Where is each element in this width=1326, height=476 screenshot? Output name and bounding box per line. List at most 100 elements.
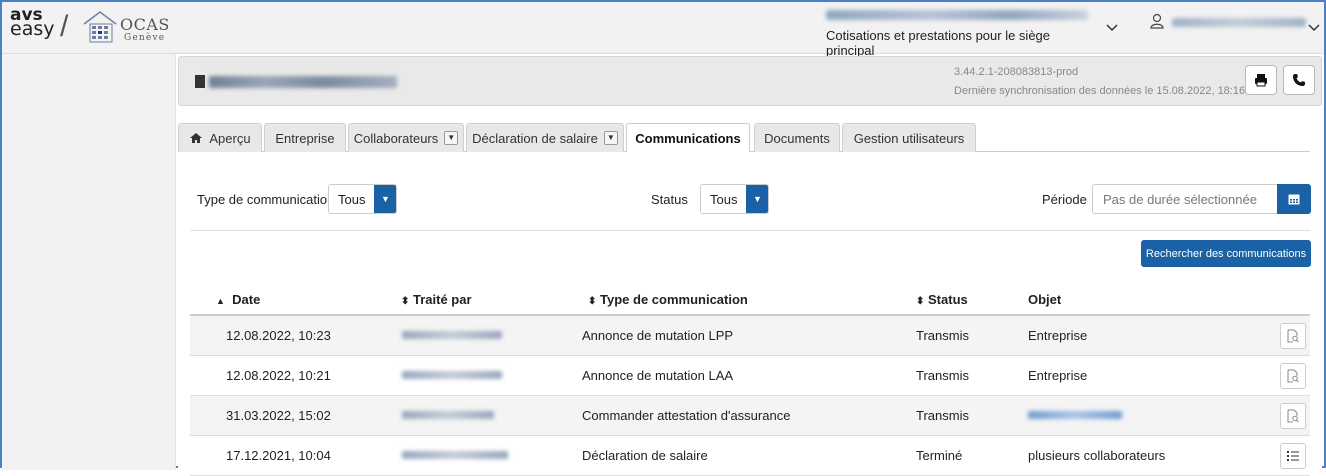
column-header-label: Status xyxy=(928,292,968,307)
tab-collaborateurs[interactable]: Collaborateurs ▼ xyxy=(348,123,464,152)
status-label: Status xyxy=(651,192,688,207)
cell-date: 12.08.2022, 10:21 xyxy=(226,368,331,383)
type-communication-label: Type de communication xyxy=(197,192,335,207)
cell-object: Entreprise xyxy=(1028,368,1088,383)
building-icon xyxy=(195,75,205,88)
list-icon xyxy=(1287,451,1299,461)
status-select[interactable]: Tous ▼ xyxy=(700,184,770,214)
tab-label: Collaborateurs xyxy=(353,130,439,146)
status-value: Tous xyxy=(701,185,747,213)
caret-down-icon[interactable]: ▼ xyxy=(746,185,769,213)
caret-down-icon[interactable]: ▼ xyxy=(444,131,459,145)
column-header-date[interactable]: ▲ Date xyxy=(216,292,260,307)
table-header: ▲ Date ⬍ Traité par ⬍ Type de communicat… xyxy=(190,282,1310,316)
type-communication-value: Tous xyxy=(329,185,375,213)
tab-apercu[interactable]: Aperçu xyxy=(178,123,262,152)
cell-date: 31.03.2022, 15:02 xyxy=(226,408,331,423)
cell-type: Annonce de mutation LPP xyxy=(582,328,734,343)
phone-button[interactable] xyxy=(1283,65,1315,95)
sidebar xyxy=(2,54,176,470)
home-icon xyxy=(190,133,203,143)
table-row[interactable]: 12.08.2022, 10:21 Annonce de mutation LA… xyxy=(190,356,1310,396)
logo-easy-text: easy xyxy=(10,18,55,40)
tab-communications[interactable]: Communications xyxy=(626,123,750,153)
column-header-label: Date xyxy=(232,292,261,307)
cell-status: Transmis xyxy=(916,408,969,423)
app-version: 3.44.2.1-208083813-prod xyxy=(954,66,1079,78)
periode-input[interactable]: Pas de durée sélectionnée xyxy=(1092,184,1308,214)
company-name-redacted xyxy=(209,76,397,88)
tab-declaration-salaire[interactable]: Déclaration de salaire ▼ xyxy=(466,123,624,152)
view-document-button[interactable] xyxy=(1280,323,1306,349)
user-email-redacted[interactable] xyxy=(1172,18,1306,27)
cell-object: Entreprise xyxy=(1028,328,1088,343)
tab-label: Communications xyxy=(635,131,741,146)
view-list-button[interactable] xyxy=(1280,443,1306,469)
chevron-down-icon[interactable] xyxy=(1106,20,1118,35)
view-document-button[interactable] xyxy=(1280,403,1306,429)
cell-object-redacted xyxy=(1028,411,1122,419)
cell-treated-by-redacted xyxy=(402,371,502,379)
tab-entreprise[interactable]: Entreprise xyxy=(264,123,346,152)
calendar-icon xyxy=(1288,194,1300,205)
ocas-logo[interactable]: OCAS Genève xyxy=(82,10,174,46)
cell-treated-by-redacted xyxy=(402,451,508,459)
tab-label: Déclaration de salaire xyxy=(472,130,598,146)
ocas-logo-text: OCAS xyxy=(120,15,170,34)
column-header-label: Type de communication xyxy=(600,292,748,307)
caret-down-icon[interactable]: ▼ xyxy=(374,185,397,213)
document-preview-icon xyxy=(1287,409,1299,423)
document-preview-icon xyxy=(1287,369,1299,383)
column-header-status[interactable]: ⬍ Status xyxy=(916,292,968,307)
sort-icon: ⬍ xyxy=(916,296,925,307)
caret-down-icon[interactable]: ▼ xyxy=(603,131,618,145)
company-bar: 3.44.2.1-208083813-prod Dernière synchro… xyxy=(178,56,1322,106)
tab-label: Entreprise xyxy=(275,130,335,146)
communications-panel: Type de communication Tous ▼ Status Tous… xyxy=(178,152,1322,476)
user-menu-chevron-icon[interactable] xyxy=(1308,20,1320,35)
tab-label: Aperçu xyxy=(209,130,251,146)
organization-name-redacted xyxy=(826,10,1088,20)
tab-documents[interactable]: Documents xyxy=(754,123,840,152)
cell-status: Transmis xyxy=(916,328,969,343)
sort-icon: ⬍ xyxy=(401,296,410,307)
organization-subtitle: Cotisations et prestations pour le siège… xyxy=(826,28,1051,58)
cell-treated-by-redacted xyxy=(402,331,502,339)
sort-asc-icon: ▲ xyxy=(216,296,225,306)
search-communications-button[interactable]: Rechercher des communications xyxy=(1141,240,1311,267)
logo-divider: / xyxy=(60,10,69,43)
view-document-button[interactable] xyxy=(1280,363,1306,389)
user-icon xyxy=(1150,13,1164,31)
top-header: avs easy / OCAS Genève Cotisations et pr… xyxy=(2,2,1324,58)
cell-object: plusieurs collaborateurs xyxy=(1028,448,1166,463)
sort-icon: ⬍ xyxy=(588,296,597,307)
column-header-treated-by[interactable]: ⬍ Traité par xyxy=(401,292,472,307)
cell-status: Terminé xyxy=(916,448,963,463)
column-header-object: Objet xyxy=(1028,292,1062,307)
tab-gestion-utilisateurs[interactable]: Gestion utilisateurs xyxy=(842,123,976,152)
calendar-button[interactable] xyxy=(1277,184,1311,214)
document-preview-icon xyxy=(1287,329,1299,343)
table-row[interactable]: 17.12.2021, 10:04 Déclaration de salaire… xyxy=(190,436,1310,476)
sync-status: Dernière synchronisation des données le … xyxy=(954,85,1246,97)
phone-icon xyxy=(1293,74,1305,86)
organization-selector[interactable]: Cotisations et prestations pour le siège… xyxy=(826,10,1096,58)
ocas-logo-subtext: Genève xyxy=(124,33,166,43)
cell-type: Commander attestation d'assurance xyxy=(582,408,791,423)
filter-divider xyxy=(190,230,1310,231)
type-communication-select[interactable]: Tous ▼ xyxy=(328,184,398,214)
cell-type: Déclaration de salaire xyxy=(582,448,708,463)
print-button[interactable] xyxy=(1245,65,1277,95)
cell-date: 17.12.2021, 10:04 xyxy=(226,448,331,463)
table-row[interactable]: 12.08.2022, 10:23 Annonce de mutation LP… xyxy=(190,316,1310,356)
column-header-type[interactable]: ⬍ Type de communication xyxy=(588,292,748,307)
cell-treated-by-redacted xyxy=(402,411,494,419)
periode-label: Période xyxy=(1042,192,1087,207)
tab-label: Documents xyxy=(764,130,830,146)
ocas-building-icon xyxy=(83,11,117,43)
avs-easy-logo[interactable]: avs easy xyxy=(10,7,55,40)
print-icon xyxy=(1255,74,1267,87)
cell-status: Transmis xyxy=(916,368,969,383)
table-row[interactable]: 31.03.2022, 15:02 Commander attestation … xyxy=(190,396,1310,436)
tab-bar: Aperçu Entreprise Collaborateurs ▼ Décla… xyxy=(178,123,1310,153)
